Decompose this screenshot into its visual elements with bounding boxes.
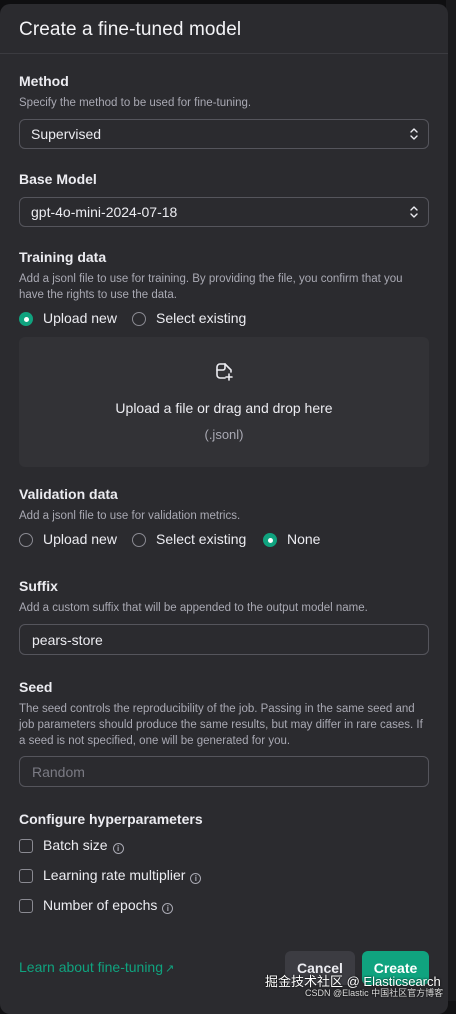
suffix-description: Add a custom suffix that will be appende… (19, 602, 368, 614)
method-description: Specify the method to be used for fine-t… (19, 97, 252, 109)
suffix-input[interactable]: pears-store (19, 624, 429, 655)
validation-data-description: Add a jsonl file to use for validation m… (19, 510, 241, 522)
learning-rate-multiplier-label: Learning rate multiplier i (43, 867, 202, 884)
dropzone-text: Upload a file or drag and drop here (115, 400, 333, 416)
learning-rate-multiplier-text: Learning rate multiplier (43, 867, 186, 883)
learn-fine-tuning-link[interactable]: Learn about fine-tuning ↗ (19, 959, 174, 975)
validation-upload-new-radio[interactable]: Upload new (19, 531, 129, 551)
training-select-existing-radio[interactable]: Select existing (132, 310, 262, 330)
validation-none-label: None (287, 531, 321, 547)
batch-size-text: Batch size (43, 837, 108, 853)
arrow-up-right-icon: ↗ (165, 963, 175, 975)
fine-tune-modal: Create a fine-tuned model Method Specify… (0, 4, 448, 1014)
training-upload-new-radio[interactable]: Upload new (19, 310, 129, 330)
suffix-input-value: pears-store (32, 632, 103, 648)
number-of-epochs-checkbox[interactable]: Number of epochs i (19, 897, 189, 917)
batch-size-label: Batch size i (43, 837, 124, 854)
info-icon[interactable]: i (112, 843, 124, 854)
radio-selected-indicator (19, 312, 33, 326)
checkbox-box (19, 899, 33, 913)
modal-header: Create a fine-tuned model (0, 4, 448, 54)
seed-input-placeholder: Random (32, 764, 85, 780)
learn-fine-tuning-text: Learn about fine-tuning (19, 959, 163, 975)
base-model-label: Base Model (19, 171, 97, 187)
watermark-csdn: CSDN @Elastic 中国社区官方博客 (305, 988, 444, 998)
training-data-description: Add a jsonl file to use for training. By… (19, 273, 403, 301)
method-select-value: Supervised (31, 126, 102, 142)
modal-title: Create a fine-tuned model (19, 19, 242, 40)
seed-label: Seed (19, 679, 53, 695)
validation-upload-new-label: Upload new (43, 531, 117, 547)
radio-selected-indicator (263, 533, 277, 547)
validation-data-label: Validation data (19, 486, 118, 502)
chevron-up-down-icon (410, 206, 418, 218)
number-of-epochs-label: Number of epochs i (43, 897, 174, 914)
radio-indicator (19, 533, 33, 547)
hyperparameters-label: Configure hyperparameters (19, 811, 203, 827)
validation-select-existing-label: Select existing (156, 531, 247, 547)
validation-select-existing-radio[interactable]: Select existing (132, 531, 257, 551)
method-label: Method (19, 73, 69, 89)
file-plus-icon (216, 363, 233, 381)
checkbox-box (19, 869, 33, 883)
training-select-existing-label: Select existing (156, 310, 247, 326)
chevron-up-down-icon (410, 128, 418, 140)
info-icon[interactable]: i (190, 873, 202, 884)
base-model-select-value: gpt-4o-mini-2024-07-18 (31, 204, 178, 220)
training-upload-new-label: Upload new (43, 310, 117, 326)
method-select[interactable]: Supervised (19, 119, 429, 149)
base-model-select[interactable]: gpt-4o-mini-2024-07-18 (19, 197, 429, 227)
checkbox-box (19, 839, 33, 853)
training-data-label: Training data (19, 249, 107, 265)
seed-input[interactable]: Random (19, 756, 429, 787)
radio-indicator (132, 533, 146, 547)
validation-none-radio[interactable]: None (263, 531, 333, 551)
seed-description: The seed controls the reproducibility of… (19, 703, 423, 747)
batch-size-checkbox[interactable]: Batch size i (19, 837, 139, 857)
training-file-dropzone[interactable]: Upload a file or drag and drop here (.js… (19, 337, 429, 467)
suffix-label: Suffix (19, 578, 58, 594)
dropzone-file-type: (.jsonl) (204, 427, 244, 442)
learning-rate-multiplier-checkbox[interactable]: Learning rate multiplier i (19, 867, 219, 887)
radio-indicator (132, 312, 146, 326)
number-of-epochs-text: Number of epochs (43, 897, 158, 913)
info-icon[interactable]: i (162, 903, 174, 914)
